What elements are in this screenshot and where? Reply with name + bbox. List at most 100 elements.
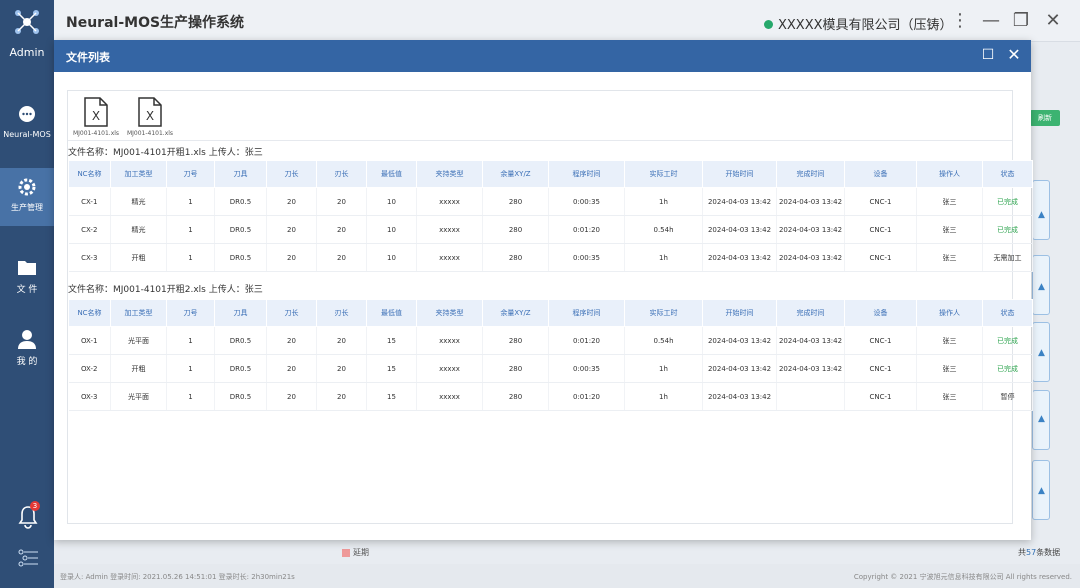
footer: 登录人: Admin 登录时间: 2021.05.26 14:51:01 登录时… — [54, 564, 1080, 588]
section-label-2: 文件名称：MJ001-4101开粗2.xls 上传人：张三 — [68, 285, 263, 295]
table-cell: 2024-04-03 13:42 — [776, 215, 845, 244]
refresh-button[interactable]: 刷新 — [1030, 110, 1060, 126]
table-cell: 15 — [366, 382, 417, 411]
sidebar-item-neural-mos[interactable]: Neural-MOS — [0, 96, 54, 154]
table-cell: 20 — [266, 215, 317, 244]
arrow-up-icon[interactable]: ▲ — [1038, 486, 1045, 496]
table-cell: 2024-04-03 13:42 — [702, 187, 777, 216]
table-cell: DR0.5 — [214, 215, 267, 244]
table-cell: 15 — [366, 326, 417, 355]
table-cell: DR0.5 — [214, 354, 267, 383]
table-cell: 暂停 — [982, 382, 1033, 411]
table-cell: OX-2 — [68, 354, 111, 383]
user-name: Admin — [9, 46, 45, 59]
sidebar-item-files[interactable]: 文 件 — [0, 248, 54, 306]
table-cell: CNC-1 — [844, 215, 917, 244]
table-cell: 无需加工 — [982, 243, 1033, 272]
column-header: 刀号 — [166, 299, 215, 327]
table-row[interactable]: OX-2 开粗 1 DR0.5 20 20 15 xxxxx 280 0:00:35 1h 2024-… — [68, 354, 1033, 383]
table-cell: 280 — [482, 354, 549, 383]
sidebar: Admin Neural-MOS 生产管理 文 件 我 的 3 — [0, 0, 54, 588]
online-status-icon — [764, 20, 773, 29]
table-cell: CNC-1 — [844, 187, 917, 216]
file-attachments: X MJ001-4101.xls X MJ001-4101.xls — [68, 95, 1012, 141]
table-cell: 光平面 — [110, 326, 167, 355]
arrow-up-icon[interactable]: ▲ — [1038, 348, 1045, 358]
table-header-row: NC名称 加工类型 刀号 刀具 刀长 刃长 最低值 夹持类型 余量XY/Z 程序时间 实际工时 开始时… — [68, 299, 1033, 327]
table-cell: xxxxx — [416, 354, 483, 383]
file-list-dialog: 文件列表 ☐ ✕ X MJ001-4101.xls X MJ001-4101.x… — [54, 40, 1033, 540]
dialog-header: 文件列表 ☐ ✕ — [54, 40, 1031, 72]
table-cell: 20 — [266, 187, 317, 216]
maximize-icon[interactable]: ☐ — [979, 46, 997, 64]
column-header: 实际工时 — [624, 299, 703, 327]
table-cell: 1 — [166, 243, 215, 272]
delay-label: 延期 — [353, 548, 369, 557]
menu-tree-icon[interactable] — [16, 548, 40, 568]
table-cell: 10 — [366, 187, 417, 216]
delay-color-swatch — [342, 548, 350, 557]
arrow-up-icon[interactable]: ▲ — [1038, 210, 1045, 220]
table-cell: xxxxx — [416, 243, 483, 272]
table-row[interactable]: CX-2 精光 1 DR0.5 20 20 10 xxxxx 280 0:01:20 0.54h 20… — [68, 215, 1033, 244]
column-header: 操作人 — [916, 299, 983, 327]
table-cell: CX-3 — [68, 243, 111, 272]
column-header: 余量XY/Z — [482, 299, 549, 327]
table-cell: 280 — [482, 326, 549, 355]
column-header: NC名称 — [68, 299, 111, 327]
table-cell: CNC-1 — [844, 354, 917, 383]
user-icon — [18, 330, 36, 349]
table-cell: 20 — [316, 326, 367, 355]
table-cell: 精光 — [110, 215, 167, 244]
table-cell: 2024-04-03 13:42 — [702, 326, 777, 355]
table-cell: 张三 — [916, 243, 983, 272]
table-cell: 1 — [166, 354, 215, 383]
column-header: 刀长 — [266, 160, 317, 188]
table-cell: 20 — [316, 243, 367, 272]
table-cell: CX-1 — [68, 187, 111, 216]
table-cell: 2024-04-03 13:42 — [702, 354, 777, 383]
file-attachment[interactable]: X MJ001-4101.xls — [68, 97, 124, 137]
restore-icon[interactable]: ❐ — [1010, 10, 1032, 32]
table-cell: 1 — [166, 215, 215, 244]
dialog-close-icon[interactable]: ✕ — [1005, 46, 1023, 64]
table-cell: 张三 — [916, 382, 983, 411]
sidebar-item-production[interactable]: 生产管理 — [0, 168, 54, 226]
column-header: 刀号 — [166, 160, 215, 188]
sidebar-item-mine[interactable]: 我 的 — [0, 320, 54, 378]
table-cell: 2024-04-03 13:42 — [776, 243, 845, 272]
close-icon[interactable]: ✕ — [1042, 10, 1064, 32]
table-cell: xxxxx — [416, 382, 483, 411]
column-header: 刀具 — [214, 299, 267, 327]
logo-icon — [15, 10, 39, 34]
column-header: 夹持类型 — [416, 299, 483, 327]
table-cell: 1 — [166, 382, 215, 411]
file-name: MJ001-4101.xls — [72, 130, 120, 137]
table-row[interactable]: OX-3 光平面 1 DR0.5 20 20 15 xxxxx 280 0:01:20 1h 2024… — [68, 382, 1033, 411]
count-prefix: 共 — [1018, 548, 1026, 557]
table-row[interactable]: OX-1 光平面 1 DR0.5 20 20 15 xxxxx 280 0:01:20 0.54h 2… — [68, 326, 1033, 355]
delay-legend: 延期 — [342, 547, 369, 558]
column-header: 最低值 — [366, 160, 417, 188]
table-cell: 2024-04-03 13:42 — [776, 326, 845, 355]
table-row[interactable]: CX-3 开粗 1 DR0.5 20 20 10 xxxxx 280 0:00:35 1h 2024-… — [68, 243, 1033, 272]
table-cell: 开粗 — [110, 354, 167, 383]
table-cell: CNC-1 — [844, 243, 917, 272]
minimize-icon[interactable]: — — [980, 10, 1002, 32]
table-cell: 已完成 — [982, 187, 1033, 216]
table-cell: 20 — [316, 215, 367, 244]
table-body: OX-1 光平面 1 DR0.5 20 20 15 xxxxx 280 0:01:20 0.54h 2… — [68, 326, 1033, 411]
file-attachment[interactable]: X MJ001-4101.xls — [122, 97, 178, 137]
column-header: 刀长 — [266, 299, 317, 327]
arrow-up-icon[interactable]: ▲ — [1038, 414, 1045, 424]
table-cell: 20 — [266, 354, 317, 383]
more-icon[interactable]: ⋮ — [949, 10, 971, 32]
table-cell: 20 — [316, 382, 367, 411]
table-row[interactable]: CX-1 精光 1 DR0.5 20 20 10 xxxxx 280 0:00:35 1h 2024-… — [68, 187, 1033, 216]
table-header-row: NC名称 加工类型 刀号 刀具 刀长 刃长 最低值 夹持类型 余量XY/Z 程序时间 实际工时 开始时… — [68, 160, 1033, 188]
top-bar: Neural-MOS生产操作系统 XXXXX模具有限公司（压铸） ⋮ — ❐ ✕ — [54, 0, 1080, 42]
table-cell: OX-3 — [68, 382, 111, 411]
arrow-up-icon[interactable]: ▲ — [1038, 282, 1045, 292]
chat-icon — [19, 106, 35, 122]
table-cell: 280 — [482, 382, 549, 411]
